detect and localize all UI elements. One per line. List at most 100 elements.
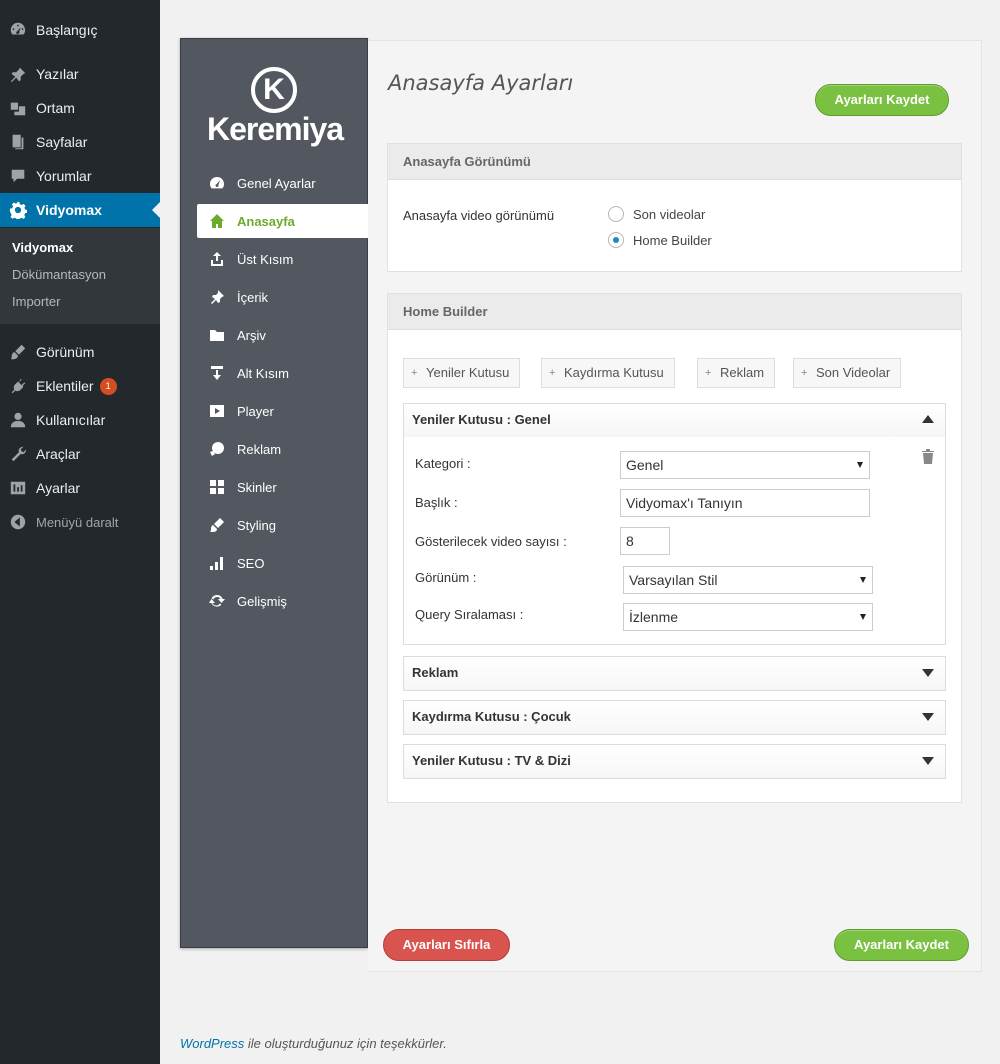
radio-button[interactable]	[608, 206, 624, 222]
menu-tools[interactable]: Araçlar	[0, 437, 160, 471]
nav-footer[interactable]: Alt Kısım	[197, 356, 369, 390]
nav-label: Styling	[237, 517, 277, 533]
nav-seo[interactable]: SEO	[197, 546, 369, 580]
panel-header[interactable]: Reklam	[404, 657, 945, 690]
panel-title: Yeniler Kutusu : TV & Dizi	[412, 753, 571, 768]
add-son-videolar-button[interactable]: + Son Videolar	[793, 358, 902, 388]
panel-header[interactable]: Kaydırma Kutusu : Çocuk	[404, 701, 945, 734]
nav-ads[interactable]: Reklam	[197, 432, 369, 466]
nav-skins[interactable]: Skinler	[197, 470, 369, 504]
nav-label: Alt Kısım	[237, 365, 290, 381]
nav-label: SEO	[237, 555, 265, 571]
menu-dashboard[interactable]: Başlangıç	[0, 13, 160, 47]
builder-panel-open: Yeniler Kutusu : Genel Kategori : Genel …	[403, 403, 946, 645]
nav-advanced[interactable]: Gelişmiş	[197, 584, 369, 618]
video-count-input[interactable]: 8	[620, 527, 670, 555]
view-label: Anasayfa video görünümü	[403, 208, 555, 223]
menu-label: Yazılar	[36, 66, 79, 82]
user-icon	[0, 411, 36, 429]
nav-archive[interactable]: Arşiv	[197, 318, 369, 352]
box-title: Home Builder	[388, 294, 961, 330]
nav-label: Genel Ayarlar	[237, 175, 316, 191]
trash-icon[interactable]	[921, 448, 935, 464]
nav-player[interactable]: Player	[197, 394, 369, 428]
nav-label: Gelişmiş	[237, 593, 287, 609]
settings-icon	[0, 479, 36, 497]
dropdown-caret-icon	[860, 614, 866, 620]
save-settings-button-top[interactable]: Ayarları Kaydet	[815, 84, 949, 116]
menu-label: Ortam	[36, 100, 75, 116]
keremiya-logo: K Keremiya	[205, 67, 345, 157]
gorunum-label: Görünüm :	[415, 570, 477, 585]
video-count-label: Gösterilecek video sayısı :	[415, 534, 567, 549]
panel-header[interactable]: Yeniler Kutusu : TV & Dizi	[404, 745, 945, 778]
nav-label: İçerik	[237, 289, 269, 305]
home-icon	[197, 213, 237, 229]
query-label: Query Sıralaması :	[415, 607, 524, 622]
media-icon	[0, 99, 36, 117]
add-button-label: Son Videolar	[816, 365, 891, 380]
nav-styling[interactable]: Styling	[197, 508, 369, 542]
menu-settings[interactable]: Ayarlar	[0, 471, 160, 505]
add-yeniler-kutusu-button[interactable]: + Yeniler Kutusu	[403, 358, 521, 388]
submenu-importer[interactable]: Importer	[12, 294, 60, 309]
logo-text: Keremiya	[206, 111, 344, 147]
radio-button-selected[interactable]	[608, 232, 624, 248]
menu-vidyomax[interactable]: Vidyomax	[0, 193, 160, 227]
menu-comments[interactable]: Yorumlar	[0, 159, 160, 193]
admin-footer: WordPress ile oluşturduğunuz için teşekk…	[180, 1036, 447, 1051]
comments-icon	[0, 167, 36, 185]
folder-icon	[197, 327, 237, 343]
add-reklam-button[interactable]: + Reklam	[697, 358, 776, 388]
menu-label: Araçlar	[36, 446, 81, 462]
theme-options-nav: K Keremiya Genel Ayarlar Anasayfa Üst Kı…	[180, 38, 373, 948]
baslik-input[interactable]: Vidyomax'ı Tanıyın	[620, 489, 870, 517]
builder-panel-kaydirma-cocuk: Kaydırma Kutusu : Çocuk	[403, 700, 946, 735]
nav-homepage[interactable]: Anasayfa	[197, 204, 373, 238]
add-button-label: Yeniler Kutusu	[426, 365, 510, 380]
submenu-documentation[interactable]: Dökümantasyon	[12, 267, 106, 282]
menu-users[interactable]: Kullanıcılar	[0, 403, 160, 437]
plus-icon: +	[549, 367, 556, 379]
nav-label: Skinler	[237, 479, 277, 495]
menu-label: Başlangıç	[36, 22, 98, 38]
query-select[interactable]: İzlenme	[623, 603, 873, 631]
nav-header[interactable]: Üst Kısım	[197, 242, 369, 276]
nav-general-settings[interactable]: Genel Ayarlar	[197, 166, 369, 200]
menu-label: Görünüm	[36, 344, 95, 360]
pages-icon	[0, 133, 36, 151]
plus-icon: +	[801, 367, 808, 379]
add-kaydirma-kutusu-button[interactable]: + Kaydırma Kutusu	[541, 358, 675, 388]
collapse-arrow-icon[interactable]	[922, 415, 934, 423]
bar-chart-icon	[197, 555, 237, 571]
panel-title: Yeniler Kutusu : Genel	[412, 412, 551, 427]
menu-posts[interactable]: Yazılar	[0, 57, 160, 91]
panel-header[interactable]: Yeniler Kutusu : Genel	[404, 404, 945, 437]
nav-content[interactable]: İçerik	[197, 280, 369, 314]
homepage-view-box: Anasayfa Görünümü Anasayfa video görünüm…	[387, 143, 962, 272]
pin-icon	[0, 65, 36, 83]
reset-settings-button[interactable]: Ayarları Sıfırla	[383, 929, 510, 961]
builder-panel-tv-dizi: Yeniler Kutusu : TV & Dizi	[403, 744, 946, 779]
radio-son-videolar[interactable]: Son videolar	[608, 206, 705, 222]
plus-icon: +	[705, 367, 712, 379]
save-settings-button-bottom[interactable]: Ayarları Kaydet	[834, 929, 969, 961]
radio-home-builder[interactable]: Home Builder	[608, 232, 712, 248]
menu-plugins[interactable]: Eklentiler 1	[0, 369, 160, 403]
expand-arrow-icon[interactable]	[922, 757, 934, 765]
download-icon	[197, 365, 237, 381]
expand-arrow-icon[interactable]	[922, 669, 934, 677]
dashboard-icon	[0, 21, 36, 39]
submenu-vidyomax[interactable]: Vidyomax	[12, 240, 73, 255]
collapse-menu-button[interactable]: Menüyü daralt	[0, 505, 160, 539]
wordpress-link[interactable]: WordPress	[180, 1036, 244, 1051]
gorunum-select[interactable]: Varsayılan Stil	[623, 566, 873, 594]
pin-icon	[197, 289, 237, 305]
expand-arrow-icon[interactable]	[922, 713, 934, 721]
menu-pages[interactable]: Sayfalar	[0, 125, 160, 159]
home-builder-box: Home Builder + Yeniler Kutusu + Kaydırma K…	[387, 293, 962, 803]
kategori-select[interactable]: Genel	[620, 451, 870, 479]
menu-appearance[interactable]: Görünüm	[0, 335, 160, 369]
menu-media[interactable]: Ortam	[0, 91, 160, 125]
logo-mark: K	[251, 67, 297, 113]
